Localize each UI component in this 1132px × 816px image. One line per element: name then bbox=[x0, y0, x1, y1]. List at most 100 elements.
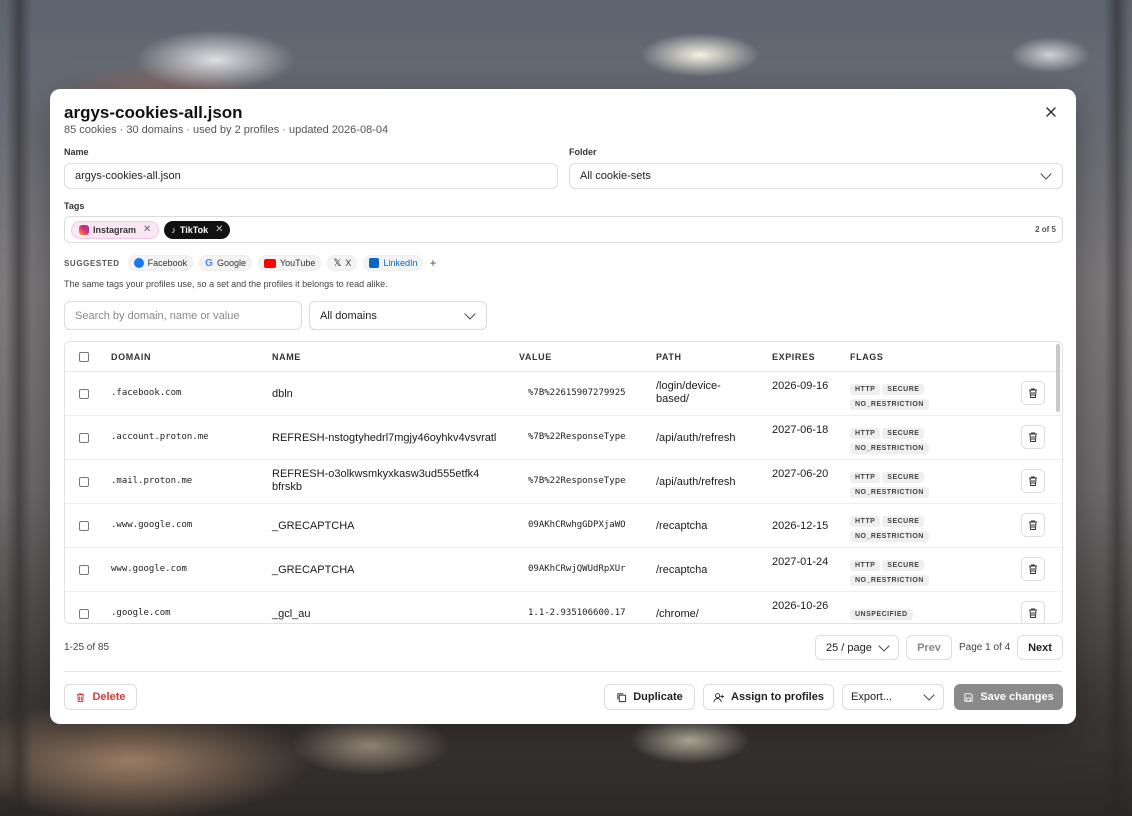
suggest-x[interactable]: 𝕏 X bbox=[327, 255, 358, 271]
cell-path: /recaptcha bbox=[656, 520, 708, 532]
cell-flags: HTTP SECURE NO_RESTRICTION bbox=[850, 382, 970, 412]
trash-icon bbox=[77, 692, 85, 702]
cell-flags: HTTP SECURE NO_RESTRICTION bbox=[850, 514, 970, 544]
duplicate-button[interactable]: Duplicate bbox=[604, 684, 695, 710]
flag-badge: HTTP bbox=[850, 516, 881, 527]
assign-profiles-button[interactable]: Assign to profiles bbox=[703, 684, 834, 710]
tag-instagram[interactable]: Instagram ✕ bbox=[71, 220, 160, 239]
save-changes-button[interactable]: Save changes bbox=[954, 684, 1063, 710]
search-input[interactable]: Search by domain, name or value bbox=[64, 301, 302, 330]
table-row[interactable]: www.google.com _GRECAPTCHA 09AKhCRwjQWUd… bbox=[65, 548, 1062, 592]
prev-page-button[interactable]: Prev bbox=[906, 635, 952, 660]
footer-divider bbox=[64, 671, 1062, 672]
chevron-down-icon bbox=[464, 307, 476, 320]
suggest-linkedin[interactable]: LinkedIn bbox=[363, 255, 424, 271]
table-row[interactable]: .google.com _gcl_au 1.1-2.935106600.17 /… bbox=[65, 592, 1062, 623]
tag-label: Instagram bbox=[93, 224, 137, 235]
flag-badge: NO_RESTRICTION bbox=[850, 399, 929, 410]
cell-domain: .mail.proton.me bbox=[111, 476, 193, 486]
cell-flags: HTTP SECURE NO_RESTRICTION bbox=[850, 426, 970, 456]
folder-label: Folder bbox=[569, 147, 597, 157]
delete-row-button[interactable] bbox=[1021, 381, 1045, 405]
flag-badge: SECURE bbox=[882, 560, 925, 571]
folder-select[interactable]: All cookie-sets bbox=[569, 163, 1063, 189]
tags-input[interactable]: Instagram ✕ ♪ TikTok ✕ 2 of 5 bbox=[64, 216, 1063, 243]
suggest-facebook[interactable]: Facebook bbox=[127, 255, 194, 271]
delete-row-button[interactable] bbox=[1021, 469, 1045, 493]
cell-expires: 2027-01-24 bbox=[772, 556, 829, 568]
suggest-label: Facebook bbox=[147, 258, 188, 268]
tiktok-icon: ♪ bbox=[171, 224, 176, 235]
close-icon[interactable] bbox=[1044, 105, 1058, 119]
cell-expires: 2027-06-20 bbox=[772, 468, 829, 480]
trash-icon bbox=[1029, 608, 1037, 618]
page-info: Page 1 of 4 bbox=[959, 642, 1011, 653]
instagram-icon bbox=[79, 224, 89, 235]
cell-flags: UNSPECIFIED bbox=[850, 607, 970, 622]
col-value[interactable]: VALUE bbox=[519, 352, 552, 362]
table-scrollbar[interactable] bbox=[1056, 344, 1060, 412]
dialog-title: argys-cookies-all.json bbox=[64, 103, 243, 122]
search-placeholder: Search by domain, name or value bbox=[75, 309, 240, 322]
facebook-icon bbox=[133, 258, 144, 268]
row-checkbox[interactable] bbox=[79, 477, 89, 487]
table-row[interactable]: .www.google.com _GRECAPTCHA 09AKhCRwhgGD… bbox=[65, 504, 1062, 548]
cell-value: 1.1-2.935106600.17 bbox=[528, 608, 626, 618]
tag-tiktok[interactable]: ♪ TikTok ✕ bbox=[164, 220, 231, 239]
cell-name: dbln bbox=[272, 388, 293, 400]
cell-path: /recaptcha bbox=[656, 564, 708, 576]
remove-tag-icon[interactable]: ✕ bbox=[143, 224, 151, 235]
table-row[interactable]: .mail.proton.me REFRESH-o3olkwsmkyxkasw3… bbox=[65, 460, 1062, 504]
row-checkbox[interactable] bbox=[79, 609, 89, 619]
row-checkbox[interactable] bbox=[79, 433, 89, 443]
cell-path: /api/auth/refresh bbox=[656, 432, 736, 444]
export-select[interactable]: Export... bbox=[842, 684, 944, 710]
delete-row-button[interactable] bbox=[1021, 513, 1045, 537]
suggested-label: SUGGESTED bbox=[64, 258, 120, 268]
per-page-select[interactable]: 25 / page bbox=[815, 635, 899, 660]
table-row[interactable]: .account.proton.me REFRESH-nstogtyhedrl7… bbox=[65, 416, 1062, 460]
next-page-button[interactable]: Next bbox=[1017, 635, 1063, 660]
tags-hint: The same tags your profiles use, so a se… bbox=[64, 279, 388, 289]
table-row[interactable]: .facebook.com dbln %7B%22615907279925 /l… bbox=[65, 372, 1062, 416]
remove-tag-icon[interactable]: ✕ bbox=[215, 224, 223, 235]
select-all-checkbox[interactable] bbox=[79, 352, 89, 362]
add-tag-button[interactable]: + bbox=[429, 256, 436, 270]
col-path[interactable]: PATH bbox=[656, 352, 682, 362]
row-checkbox[interactable] bbox=[79, 521, 89, 531]
flag-badge: NO_RESTRICTION bbox=[850, 443, 929, 454]
trash-icon bbox=[1029, 388, 1037, 398]
cell-value: %7B%22ResponseType bbox=[528, 476, 626, 486]
suggest-youtube[interactable]: YouTube bbox=[257, 255, 322, 271]
domain-filter-value: All domains bbox=[320, 309, 377, 322]
x-icon: 𝕏 bbox=[333, 257, 342, 269]
next-label: Next bbox=[1028, 641, 1052, 654]
tag-label: TikTok bbox=[179, 224, 209, 235]
cell-value: 09AKhCRwjQWUdRpXUr bbox=[528, 564, 626, 574]
cookie-set-dialog: argys-cookies-all.json 85 cookies · 30 d… bbox=[50, 89, 1076, 724]
col-name[interactable]: NAME bbox=[272, 352, 301, 362]
delete-row-button[interactable] bbox=[1021, 601, 1045, 623]
row-checkbox[interactable] bbox=[79, 389, 89, 399]
col-expires[interactable]: EXPIRES bbox=[772, 352, 815, 362]
cell-domain: .www.google.com bbox=[111, 520, 193, 530]
suggest-label: YouTube bbox=[279, 258, 316, 268]
suggest-label: X bbox=[345, 258, 352, 268]
row-checkbox[interactable] bbox=[79, 565, 89, 575]
trash-icon bbox=[1029, 476, 1037, 486]
name-input[interactable]: argys-cookies-all.json bbox=[64, 163, 558, 189]
name-label: Name bbox=[64, 147, 89, 157]
domain-filter-select[interactable]: All domains bbox=[309, 301, 487, 330]
suggest-google[interactable]: G Google bbox=[199, 255, 252, 271]
delete-row-button[interactable] bbox=[1021, 557, 1045, 581]
col-domain[interactable]: DOMAIN bbox=[111, 352, 151, 362]
trash-icon bbox=[1029, 520, 1037, 530]
cell-domain: .google.com bbox=[111, 608, 171, 618]
export-label: Export... bbox=[851, 691, 892, 703]
cell-flags: HTTP SECURE NO_RESTRICTION bbox=[850, 558, 970, 588]
copy-icon bbox=[617, 692, 627, 702]
youtube-icon bbox=[263, 258, 276, 268]
per-page-value: 25 / page bbox=[826, 641, 872, 654]
delete-row-button[interactable] bbox=[1021, 425, 1045, 449]
delete-button[interactable]: Delete bbox=[64, 684, 137, 710]
